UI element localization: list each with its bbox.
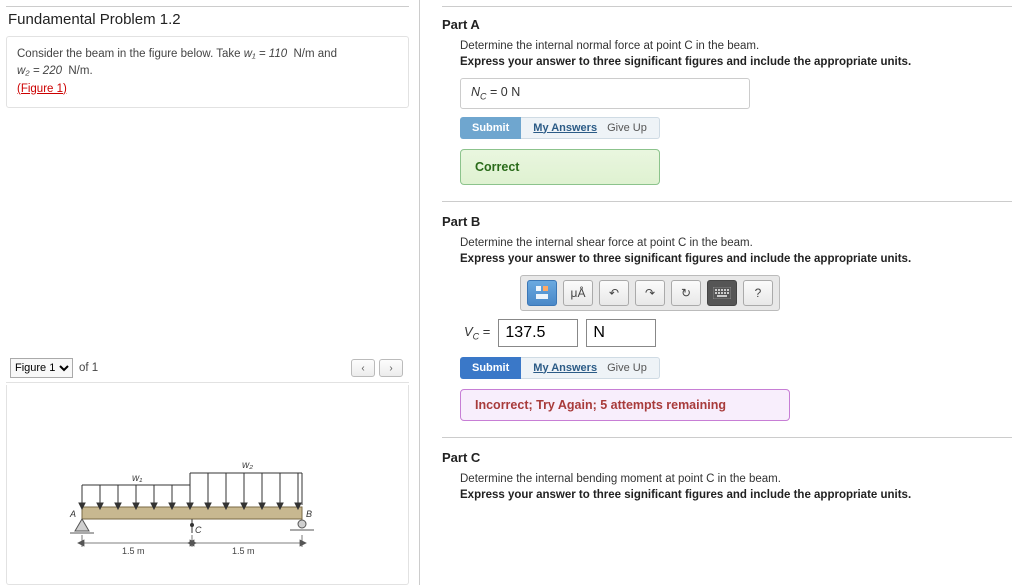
figure-header: Figure 1 of 1 ‹ › — [6, 358, 409, 383]
part-b-unit-input[interactable] — [586, 319, 656, 347]
part-b-submit-button[interactable]: Submit — [460, 357, 521, 379]
figure-next-button[interactable]: › — [379, 359, 403, 377]
part-c: Part C Determine the internal bending mo… — [442, 450, 1012, 501]
svg-text:1.5 m: 1.5 m — [232, 546, 255, 556]
part-b-my-answers-link[interactable]: My Answers — [533, 362, 597, 374]
figure-prev-button[interactable]: ‹ — [351, 359, 375, 377]
part-c-label: Part C — [442, 450, 1012, 465]
svg-text:C: C — [195, 525, 202, 535]
svg-text:w₁: w₁ — [132, 473, 142, 484]
part-b-answer-entry: VC = — [464, 319, 1012, 347]
part-b-feedback: Incorrect; Try Again; 5 attempts remaini… — [460, 389, 790, 421]
part-a-button-group: My Answers Give Up — [521, 117, 660, 139]
keyboard-icon[interactable] — [707, 280, 737, 306]
part-b-button-group: My Answers Give Up — [521, 357, 660, 379]
figure-canvas: w₁ w₂ A B C 1.5 m 1.5 m — [6, 385, 409, 585]
redo-icon[interactable]: ↷ — [635, 280, 665, 306]
part-c-instructions: Express your answer to three significant… — [460, 489, 1012, 501]
figure-select[interactable]: Figure 1 — [10, 358, 73, 378]
svg-text:1.5 m: 1.5 m — [122, 546, 145, 556]
reset-icon[interactable]: ↻ — [671, 280, 701, 306]
help-icon[interactable]: ? — [743, 280, 773, 306]
part-a: Part A Determine the internal normal for… — [442, 17, 1012, 185]
part-c-prompt: Determine the internal bending moment at… — [460, 473, 1012, 485]
svg-text:A: A — [69, 509, 76, 519]
figure-link[interactable]: (Figure 1) — [17, 83, 67, 95]
problem-statement: Consider the beam in the figure below. T… — [6, 36, 409, 108]
part-b-label: Part B — [442, 214, 1012, 229]
part-a-answer-display: NC = 0 N — [460, 78, 750, 109]
part-a-prompt: Determine the internal normal force at p… — [460, 40, 1012, 52]
part-b-prompt: Determine the internal shear force at po… — [460, 237, 1012, 249]
part-a-feedback: Correct — [460, 149, 660, 185]
svg-text:w₂: w₂ — [242, 460, 253, 471]
units-tool-icon[interactable]: μÅ — [563, 280, 593, 306]
right-panel: Part A Determine the internal normal for… — [420, 0, 1024, 585]
undo-icon[interactable]: ↶ — [599, 280, 629, 306]
part-a-submit-button[interactable]: Submit — [460, 117, 521, 139]
part-b-giveup-link[interactable]: Give Up — [607, 362, 647, 374]
part-b: Part B Determine the internal shear forc… — [442, 214, 1012, 421]
part-a-label: Part A — [442, 17, 1012, 32]
left-panel: Fundamental Problem 1.2 Consider the bea… — [0, 0, 420, 585]
part-b-instructions: Express your answer to three significant… — [460, 253, 1012, 265]
fraction-tool-icon[interactable] — [527, 280, 557, 306]
problem-title: Fundamental Problem 1.2 — [6, 11, 409, 28]
tool-palette: μÅ ↶ ↷ ↻ ? — [520, 275, 780, 311]
part-b-value-input[interactable] — [498, 319, 578, 347]
svg-text:B: B — [306, 509, 312, 519]
part-a-instructions: Express your answer to three significant… — [460, 56, 1012, 68]
part-a-my-answers-link[interactable]: My Answers — [533, 122, 597, 134]
beam-diagram: w₁ w₂ A B C 1.5 m 1.5 m — [62, 435, 332, 565]
part-a-giveup-link[interactable]: Give Up — [607, 122, 647, 134]
figure-count: of 1 — [79, 362, 98, 374]
